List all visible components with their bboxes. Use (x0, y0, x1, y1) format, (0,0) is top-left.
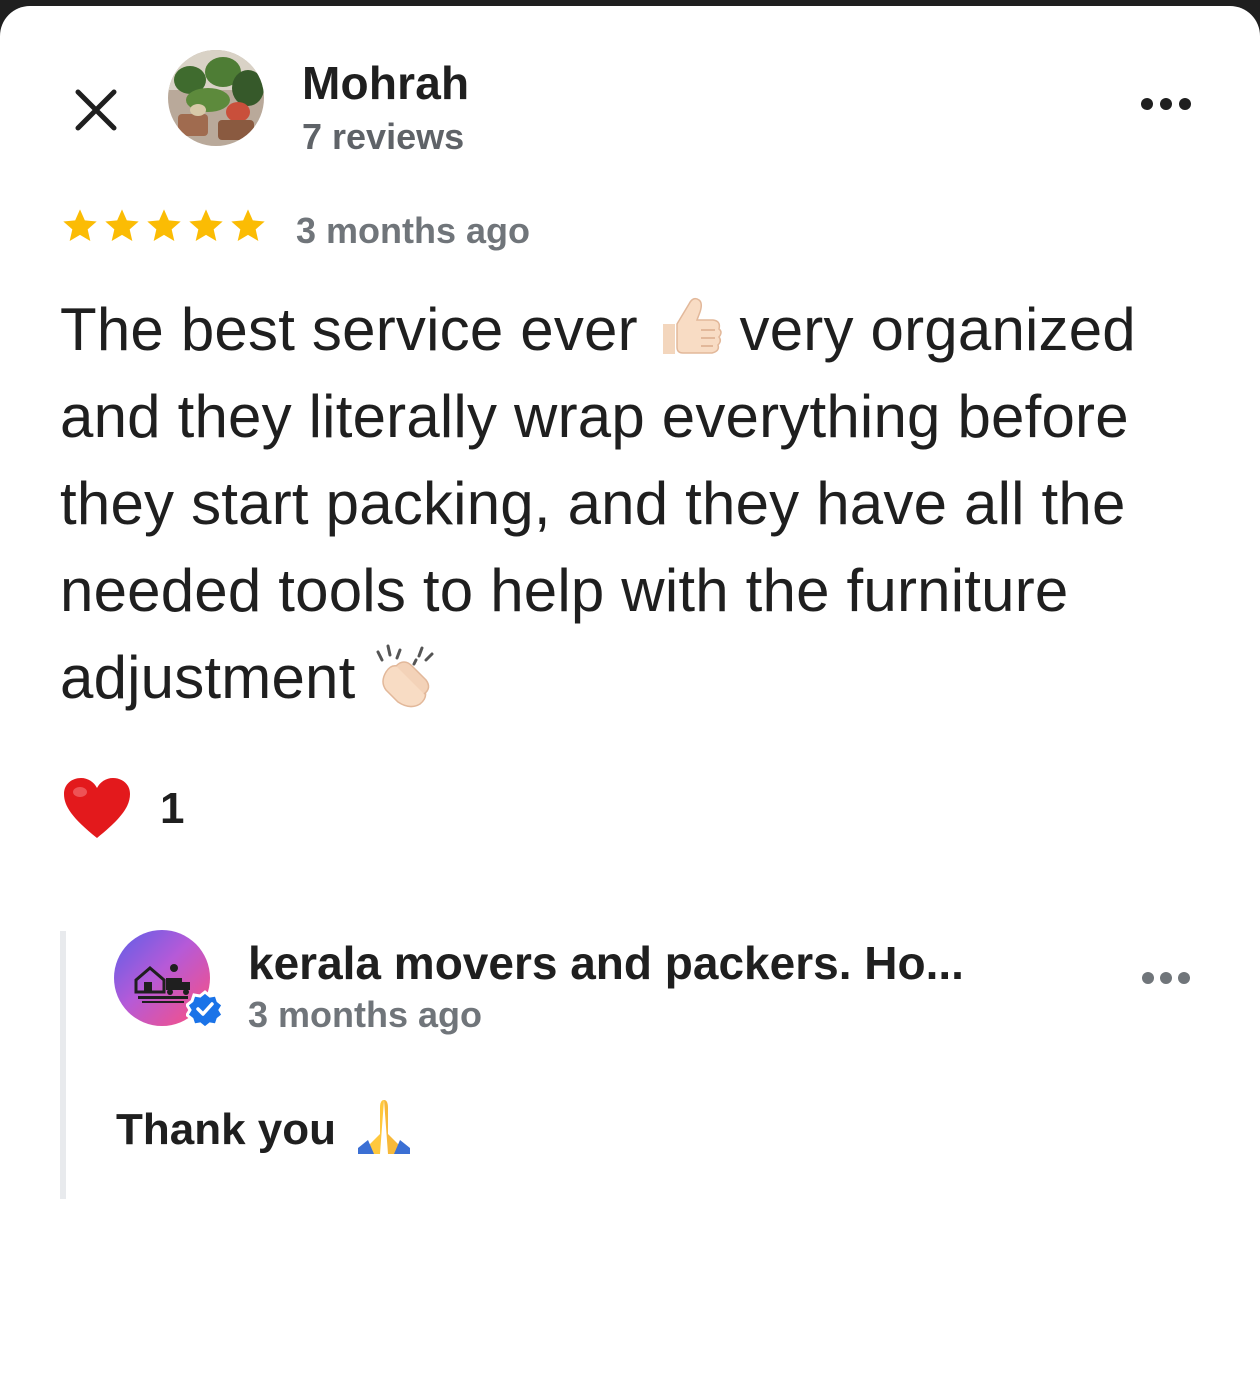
clapping-hands-emoji (376, 644, 434, 708)
owner-reply-message: Thank you (116, 1105, 337, 1154)
review-text-part1: The best service ever (60, 296, 638, 363)
close-icon (75, 89, 117, 131)
star-icon (147, 209, 181, 241)
heart-reaction[interactable]: 1 (62, 776, 184, 842)
reviewer-avatar[interactable] (168, 50, 264, 146)
review-date: 3 months ago (296, 210, 531, 251)
owner-reply-more-button[interactable] (1136, 958, 1196, 998)
owner-name[interactable]: kerala movers and packers. Ho... (248, 936, 964, 990)
reviewer-review-count: 7 reviews (302, 116, 465, 157)
more-horizontal-icon (1142, 972, 1190, 984)
reviewer-name[interactable]: Mohrah (302, 56, 469, 110)
owner-reply-text: Thank you (116, 1096, 414, 1156)
more-horizontal-icon (1141, 98, 1191, 110)
star-icon (231, 209, 265, 241)
owner-reply-date: 3 months ago (248, 994, 483, 1035)
review-sheet: Mohrah 7 reviews 3 months ago The best s… (0, 6, 1260, 1381)
star-icon (189, 209, 223, 241)
star-rating (60, 206, 268, 246)
red-heart-emoji (64, 778, 130, 838)
review-text: The best service ever very organized and… (60, 286, 1210, 721)
plants-photo-avatar (168, 50, 264, 146)
verified-badge-icon (186, 990, 224, 1028)
star-icon (105, 209, 139, 241)
folded-hands-emoji (358, 1100, 411, 1154)
close-button[interactable] (68, 82, 124, 138)
review-more-button[interactable] (1136, 84, 1196, 124)
reply-divider-bar (60, 931, 66, 1199)
star-icon (63, 209, 97, 241)
thumbs-up-emoji (662, 297, 722, 354)
reaction-count: 1 (160, 784, 185, 833)
owner-avatar[interactable] (114, 930, 224, 1028)
